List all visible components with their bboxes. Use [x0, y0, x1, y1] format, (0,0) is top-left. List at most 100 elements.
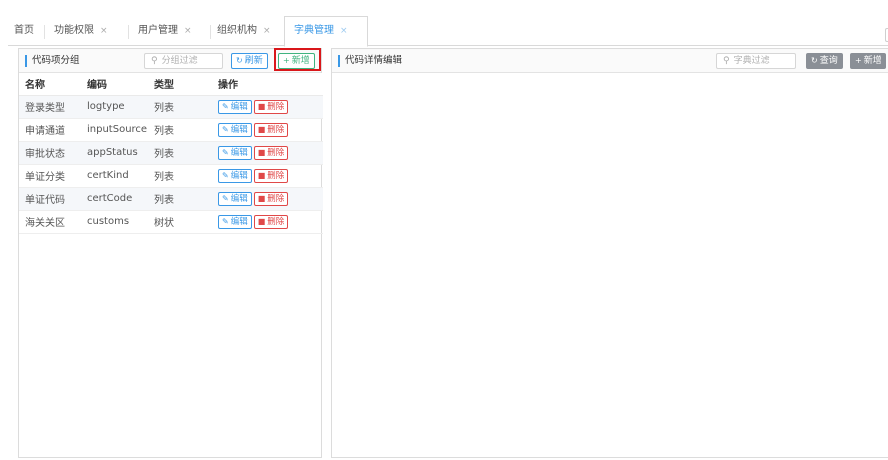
edit-icon: ✎ [222, 101, 229, 111]
table-header-row: 名称 编码 类型 操作 [19, 73, 323, 96]
column-header-actions: 操作 [212, 73, 323, 96]
panel-title: 代码项分组 [25, 55, 80, 67]
edit-button[interactable]: ✎ 编辑 [218, 214, 252, 229]
column-header-type: 类型 [148, 73, 212, 96]
edit-button-label: 编辑 [230, 216, 248, 227]
query-button-label: 查询 [819, 56, 838, 66]
add-detail-button[interactable]: + 新增 [850, 53, 886, 69]
tab-function-permissions-label: 功能权限 [54, 25, 94, 36]
tab-organization-label: 组织机构 [217, 25, 257, 36]
code-detail-panel: 代码详情编辑 ⚲ 字典过滤 ↻ 查询 + 新增 [331, 48, 888, 458]
trash-icon: ■ [257, 124, 266, 134]
table-row[interactable]: 海关关区 customs 树状 ✎ 编辑 ■ 删除 [19, 210, 323, 234]
tab-user-management[interactable]: 用户管理 × [138, 21, 192, 41]
cell-name: 登录类型 [19, 95, 81, 119]
cell-code: certKind [81, 164, 148, 188]
tab-divider [128, 25, 129, 39]
tab-home[interactable]: 首页 [14, 21, 34, 41]
cell-actions: ✎ 编辑 ■ 删除 [212, 95, 323, 119]
cell-type: 列表 [148, 118, 212, 142]
edit-button-label: 编辑 [230, 101, 248, 112]
tab-divider [44, 25, 45, 39]
group-filter-input[interactable]: ⚲ 分组过滤 [144, 53, 223, 69]
cell-code: customs [81, 210, 148, 234]
column-header-name: 名称 [19, 73, 81, 96]
delete-button[interactable]: ■ 删除 [253, 99, 289, 114]
edit-button[interactable]: ✎ 编辑 [218, 99, 252, 114]
cell-actions: ✎ 编辑 ■ 删除 [212, 187, 323, 211]
table-row[interactable]: 审批状态 appStatus 列表 ✎ 编辑 ■ 删除 [19, 141, 323, 165]
refresh-button-label: 刷新 [244, 56, 263, 66]
refresh-button[interactable]: ↻ 刷新 [231, 53, 268, 69]
search-icon: ⚲ [723, 56, 730, 66]
edit-button-label: 编辑 [230, 170, 248, 181]
cell-code: appStatus [81, 141, 148, 165]
close-icon[interactable]: × [340, 26, 348, 36]
delete-button-label: 删除 [267, 147, 285, 158]
edit-icon: ✎ [222, 216, 229, 226]
table-row[interactable]: 单证代码 certCode 列表 ✎ 编辑 ■ 删除 [19, 187, 323, 211]
code-detail-panel-header: 代码详情编辑 ⚲ 字典过滤 ↻ 查询 + 新增 [332, 49, 888, 73]
delete-button[interactable]: ■ 删除 [253, 191, 289, 206]
cell-actions: ✎ 编辑 ■ 删除 [212, 164, 323, 188]
new-button-highlight [274, 48, 321, 71]
trash-icon: ■ [257, 170, 266, 180]
close-icon[interactable]: × [100, 26, 108, 36]
table-row[interactable]: 登录类型 logtype 列表 ✎ 编辑 ■ 删除 [19, 95, 323, 119]
search-icon: ⚲ [151, 56, 158, 66]
cell-type: 列表 [148, 187, 212, 211]
delete-button[interactable]: ■ 删除 [253, 214, 289, 229]
delete-button-label: 删除 [267, 193, 285, 204]
cell-name: 审批状态 [19, 141, 81, 165]
delete-button-label: 删除 [267, 216, 285, 227]
edit-button[interactable]: ✎ 编辑 [218, 168, 252, 183]
dictionary-filter-input[interactable]: ⚲ 字典过滤 [716, 53, 796, 69]
delete-button-label: 删除 [267, 170, 285, 181]
edit-button[interactable]: ✎ 编辑 [218, 145, 252, 160]
tab-organization[interactable]: 组织机构 × [217, 21, 271, 41]
code-group-panel: 代码项分组 ⚲ 分组过滤 ↻ 刷新 + 新增 名称 编码 类型 操作 登录类型 log… [18, 48, 323, 458]
dictionary-filter-placeholder: 字典过滤 [733, 56, 770, 66]
cell-type: 列表 [148, 95, 212, 119]
delete-button[interactable]: ■ 删除 [253, 122, 289, 137]
cell-actions: ✎ 编辑 ■ 删除 [212, 210, 323, 234]
delete-button[interactable]: ■ 删除 [253, 145, 289, 160]
edit-button[interactable]: ✎ 编辑 [218, 122, 252, 137]
cell-type: 列表 [148, 164, 212, 188]
close-icon[interactable]: × [184, 26, 192, 36]
table-row[interactable]: 单证分类 certKind 列表 ✎ 编辑 ■ 删除 [19, 164, 323, 188]
edit-button-label: 编辑 [230, 147, 248, 158]
delete-button[interactable]: ■ 删除 [253, 168, 289, 183]
refresh-icon: ↻ [811, 56, 818, 65]
trash-icon: ■ [257, 216, 266, 226]
column-header-code: 编码 [81, 73, 148, 96]
trash-icon: ■ [257, 101, 266, 111]
cell-name: 申请通道 [19, 118, 81, 142]
panel-title: 代码详情编辑 [338, 55, 402, 67]
edit-button[interactable]: ✎ 编辑 [218, 191, 252, 206]
tab-home-label: 首页 [14, 25, 34, 36]
cell-type: 列表 [148, 141, 212, 165]
close-icon[interactable]: × [263, 26, 271, 36]
table-row[interactable]: 申请通道 inputSource 列表 ✎ 编辑 ■ 删除 [19, 118, 323, 142]
edit-button-label: 编辑 [230, 193, 248, 204]
tab-user-management-label: 用户管理 [138, 25, 178, 36]
cell-actions: ✎ 编辑 ■ 删除 [212, 141, 323, 165]
cell-name: 海关关区 [19, 210, 81, 234]
top-strip [0, 0, 888, 12]
tab-divider [210, 25, 211, 39]
edit-icon: ✎ [222, 193, 229, 203]
cell-type: 树状 [148, 210, 212, 234]
edit-icon: ✎ [222, 170, 229, 180]
cell-code: certCode [81, 187, 148, 211]
edit-icon: ✎ [222, 147, 229, 157]
tab-function-permissions[interactable]: 功能权限 × [54, 21, 108, 41]
delete-button-label: 删除 [267, 124, 285, 135]
delete-button-label: 删除 [267, 101, 285, 112]
tab-bar: 首页 功能权限 × 用户管理 × 组织机构 × 字典管理 × [8, 12, 888, 47]
plus-icon: + [855, 56, 862, 65]
edit-button-label: 编辑 [230, 124, 248, 135]
query-button[interactable]: ↻ 查询 [806, 53, 843, 69]
trash-icon: ■ [257, 147, 266, 157]
tab-dictionary-management[interactable]: 字典管理 × [294, 21, 348, 41]
